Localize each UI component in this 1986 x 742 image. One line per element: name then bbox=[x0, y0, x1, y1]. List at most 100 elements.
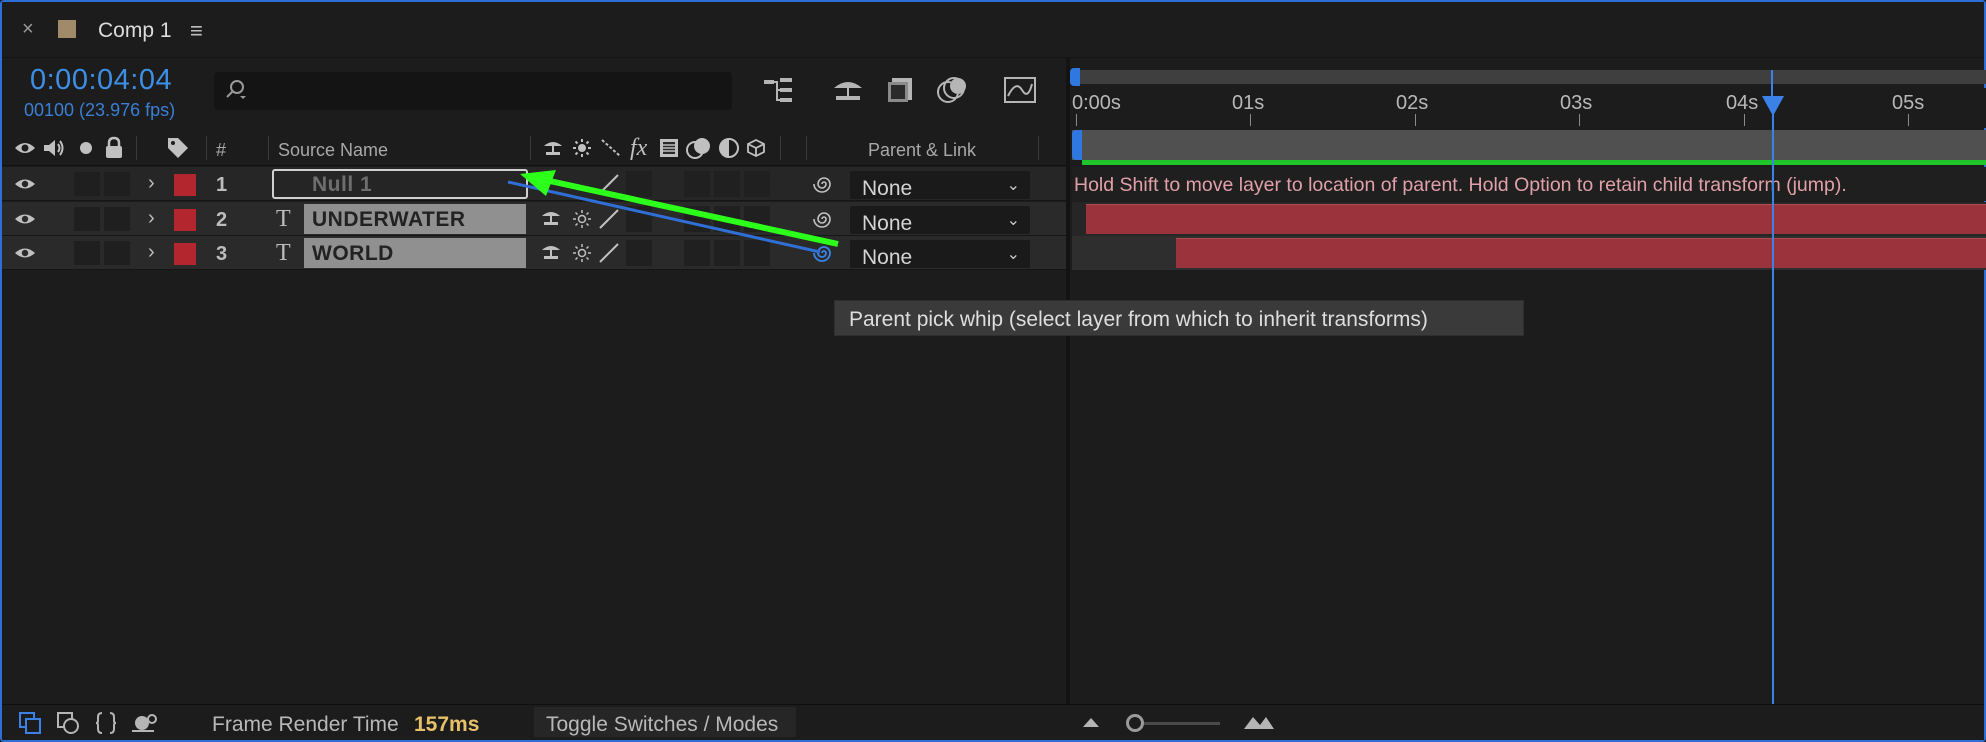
layer-duration-bar[interactable] bbox=[1086, 204, 1986, 234]
parent-dropdown[interactable]: None ⌄ bbox=[850, 240, 1030, 269]
expand-chevron-icon[interactable]: › bbox=[148, 207, 155, 230]
text-layer-icon: T bbox=[276, 240, 291, 266]
current-time-display[interactable]: 0:00:04:04 bbox=[30, 64, 172, 97]
audio-icon[interactable] bbox=[42, 137, 66, 159]
pick-whip-drag-arrow bbox=[507, 170, 839, 254]
ruler-label: 01s bbox=[1232, 92, 1265, 114]
frame-render-time-value: 157ms bbox=[414, 713, 480, 736]
ruler-tick bbox=[1415, 114, 1416, 126]
solo-switch[interactable] bbox=[74, 207, 100, 231]
layer-number-header: # bbox=[216, 140, 227, 160]
frame-fps-display: 00100 (23.976 fps) bbox=[24, 100, 176, 120]
layer-name: WORLD bbox=[312, 242, 394, 265]
chevron-down-icon: ⌄ bbox=[1006, 177, 1020, 194]
zoom-in-icon[interactable] bbox=[1242, 713, 1276, 731]
render-time-icon[interactable] bbox=[130, 711, 158, 735]
video-visibility-icon[interactable] bbox=[14, 138, 36, 158]
pick-whip-hint-text: Hold Shift to move layer to location of … bbox=[1074, 174, 1847, 196]
panel-menu-icon[interactable]: ≡ bbox=[190, 18, 203, 44]
ruler-label: 05s bbox=[1892, 92, 1925, 114]
layer-name: UNDERWATER bbox=[312, 208, 466, 231]
3d-layer-icon[interactable] bbox=[746, 138, 766, 158]
eye-icon[interactable] bbox=[14, 175, 36, 193]
search-icon bbox=[226, 80, 246, 99]
work-area-bar[interactable] bbox=[1072, 130, 1986, 160]
zoom-slider-knob[interactable] bbox=[1126, 714, 1144, 732]
parent-dropdown[interactable]: None ⌄ bbox=[850, 206, 1030, 235]
frame-blending-icon[interactable] bbox=[882, 74, 918, 106]
transfer-controls-icon[interactable] bbox=[56, 711, 80, 735]
zoom-slider-track[interactable] bbox=[1136, 722, 1220, 725]
chevron-down-icon: ⌄ bbox=[1006, 212, 1020, 229]
expand-chevron-icon[interactable]: › bbox=[148, 172, 155, 195]
parent-value: None bbox=[862, 246, 913, 269]
layer-name: Null 1 bbox=[312, 173, 373, 196]
solo-switch[interactable] bbox=[74, 241, 100, 265]
render-cache-indicator bbox=[1082, 160, 1986, 165]
parent-dropdown[interactable]: None ⌄ bbox=[850, 171, 1030, 200]
text-layer-icon: T bbox=[276, 206, 291, 232]
collapse-transform-icon[interactable] bbox=[572, 138, 592, 158]
tab-title[interactable]: Comp 1 bbox=[98, 19, 172, 43]
close-tab-icon[interactable]: × bbox=[22, 18, 34, 41]
chevron-down-icon: ⌄ bbox=[1006, 246, 1020, 263]
ruler-tick bbox=[1076, 114, 1077, 126]
motion-blur-icon[interactable] bbox=[934, 74, 970, 106]
zoom-out-icon[interactable] bbox=[1080, 715, 1102, 729]
ruler-tick bbox=[1250, 114, 1251, 126]
shy-icon[interactable] bbox=[542, 138, 564, 158]
in-out-duration-icon[interactable] bbox=[94, 711, 118, 735]
draft-3d-icon[interactable] bbox=[830, 74, 866, 106]
ruler-label: 03s bbox=[1560, 92, 1593, 114]
playhead-line[interactable] bbox=[1772, 104, 1774, 704]
motion-blur-switch-icon[interactable] bbox=[686, 136, 712, 160]
time-ruler[interactable]: 0:00s 01s 02s 03s 04s 05s bbox=[1072, 88, 1986, 128]
parent-link-header[interactable]: Parent & Link bbox=[868, 140, 976, 161]
solo-switch[interactable] bbox=[74, 172, 100, 196]
frame-blend-switch-icon[interactable] bbox=[658, 137, 680, 159]
work-area-start-handle[interactable] bbox=[1072, 130, 1082, 160]
layer-number: 2 bbox=[216, 209, 228, 231]
label-color-swatch[interactable] bbox=[174, 243, 196, 265]
parent-value: None bbox=[862, 212, 913, 235]
label-color-swatch[interactable] bbox=[174, 209, 196, 231]
graph-editor-icon[interactable] bbox=[1002, 74, 1038, 106]
bottom-toolbar: Frame Render Time 157ms Toggle Switches … bbox=[2, 704, 1984, 740]
ruler-tick bbox=[1744, 114, 1745, 126]
adjustment-layer-icon[interactable] bbox=[718, 137, 740, 159]
frame-render-time-label: Frame Render Time bbox=[212, 713, 399, 736]
eye-icon[interactable] bbox=[14, 210, 36, 228]
ruler-tick bbox=[1579, 114, 1580, 126]
solo-icon[interactable] bbox=[78, 140, 94, 156]
quality-icon[interactable] bbox=[600, 138, 622, 158]
tooltip: Parent pick whip (select layer from whic… bbox=[834, 300, 1524, 336]
ruler-tick bbox=[1908, 114, 1909, 126]
tooltip-text: Parent pick whip (select layer from whic… bbox=[849, 308, 1428, 331]
lock-icon[interactable] bbox=[104, 136, 124, 160]
expand-chevron-icon[interactable]: › bbox=[148, 241, 155, 264]
timeline-row-2[interactable] bbox=[1072, 202, 1986, 236]
label-tag-icon[interactable] bbox=[166, 136, 190, 160]
panel-tab-bar: × Comp 1 ≡ bbox=[2, 2, 1984, 58]
layer-number: 1 bbox=[216, 174, 228, 196]
eye-icon[interactable] bbox=[14, 244, 36, 262]
time-navigator-start-handle[interactable] bbox=[1070, 68, 1080, 86]
composition-flowchart-icon[interactable] bbox=[762, 74, 798, 106]
source-name-header[interactable]: Source Name bbox=[278, 140, 388, 161]
lock-switch[interactable] bbox=[104, 172, 130, 196]
lock-switch[interactable] bbox=[104, 241, 130, 265]
toggle-switches-modes-button[interactable]: Toggle Switches / Modes bbox=[534, 707, 796, 737]
time-navigator-bar[interactable] bbox=[1072, 70, 1986, 84]
label-color-swatch[interactable] bbox=[174, 174, 196, 196]
panel-divider[interactable] bbox=[1066, 58, 1070, 704]
timeline-row-3[interactable] bbox=[1072, 236, 1986, 270]
layer-switches-icon[interactable] bbox=[18, 711, 42, 735]
layer-search-field[interactable] bbox=[214, 72, 732, 110]
toggle-switches-modes-label: Toggle Switches / Modes bbox=[546, 713, 779, 736]
layer-duration-bar[interactable] bbox=[1176, 238, 1986, 268]
ruler-label: 04s bbox=[1726, 92, 1759, 114]
ruler-label: 02s bbox=[1396, 92, 1429, 114]
lock-switch[interactable] bbox=[104, 207, 130, 231]
effects-fx-icon[interactable]: fx bbox=[630, 135, 647, 162]
ruler-label: 0:00s bbox=[1072, 92, 1121, 114]
